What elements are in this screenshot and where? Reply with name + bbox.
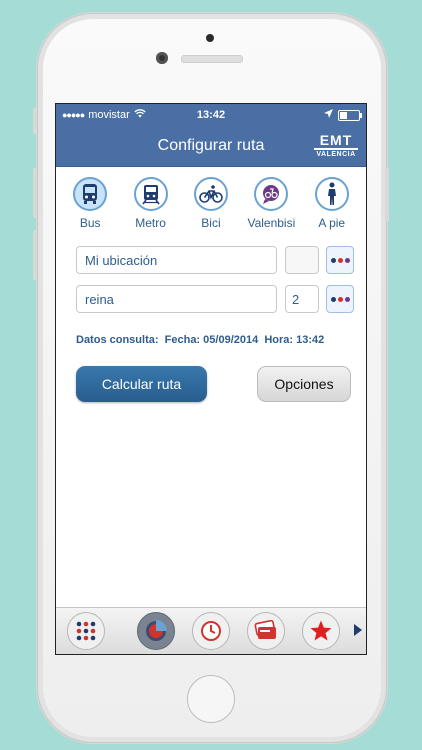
battery-icon — [338, 109, 362, 121]
volume-down-button — [33, 230, 37, 280]
options-button[interactable]: Opciones — [257, 366, 351, 402]
origin-input[interactable]: Mi ubicación — [76, 246, 277, 274]
destination-input[interactable]: reina — [76, 285, 277, 313]
mode-valenbisi[interactable]: Valenbisi — [243, 177, 299, 230]
mode-label: Metro — [135, 216, 166, 230]
status-bar: ●●●●● movistar 13:42 — [56, 104, 366, 126]
home-button[interactable] — [187, 675, 235, 723]
mode-label: Bici — [201, 216, 221, 230]
mode-label: A pie — [318, 216, 346, 230]
status-time: 13:42 — [196, 109, 226, 121]
destination-number-input[interactable]: 2 — [285, 285, 319, 313]
route-target-icon[interactable] — [137, 612, 175, 650]
volume-up-button — [33, 168, 37, 218]
mute-switch — [33, 108, 37, 134]
cards-icon[interactable] — [247, 612, 285, 650]
calculate-route-button[interactable]: Calcular ruta — [76, 366, 207, 402]
bicycle-icon — [193, 177, 228, 211]
destination-row: reina 2 — [76, 285, 354, 313]
proximity-sensor — [206, 34, 214, 42]
bus-icon — [73, 177, 108, 211]
tab-bar — [56, 607, 366, 654]
grid-menu-icon[interactable] — [67, 612, 105, 650]
mode-bus[interactable]: Bus — [62, 177, 118, 230]
emt-logo: EMT VALENCIA — [314, 132, 358, 160]
mode-metro[interactable]: Metro — [123, 177, 179, 230]
front-camera — [156, 52, 168, 64]
mode-bici[interactable]: Bici — [183, 177, 239, 230]
star-icon[interactable] — [302, 612, 340, 650]
mode-label: Valenbisi — [247, 216, 296, 230]
power-button — [385, 168, 389, 222]
origin-more-button[interactable] — [326, 246, 354, 274]
pedestrian-icon — [314, 177, 349, 211]
valenbisi-icon — [254, 177, 289, 211]
origin-row: Mi ubicación — [76, 246, 354, 274]
navigation-bar: Configurar ruta EMT VALENCIA — [56, 126, 366, 167]
metro-icon — [133, 177, 168, 211]
destination-more-button[interactable] — [326, 285, 354, 313]
transport-mode-selector: Bus Metro Bici Valenbisi A pie — [56, 167, 366, 230]
page-title: Configurar ruta — [157, 137, 265, 154]
origin-number-input[interactable] — [285, 246, 319, 274]
mode-a-pie[interactable]: A pie — [304, 177, 360, 230]
query-time: 13:42 — [296, 334, 325, 346]
query-info: Datos consulta: Fecha: 05/09/2014 Hora: … — [76, 334, 325, 346]
clock-icon[interactable] — [192, 612, 230, 650]
mode-label: Bus — [79, 216, 101, 230]
app-screen: ●●●●● movistar 13:42 Configurar ruta EMT… — [55, 103, 367, 655]
query-date: 05/09/2014 — [203, 334, 259, 346]
earpiece-speaker — [181, 55, 243, 63]
next-arrow-icon[interactable] — [354, 624, 362, 636]
